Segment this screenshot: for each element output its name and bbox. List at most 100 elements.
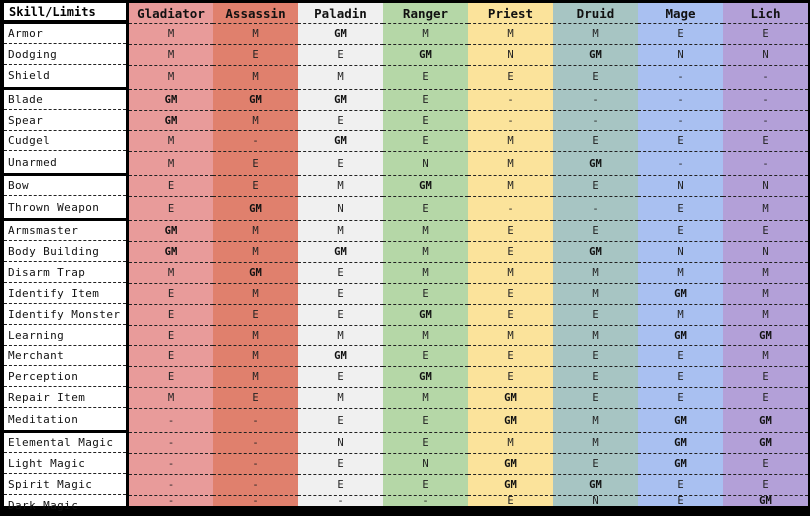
limit-cell: GM	[723, 433, 808, 454]
limit-cell: E	[553, 132, 638, 153]
limit-cell: GM	[553, 45, 638, 66]
limit-cell: GM	[213, 90, 298, 111]
limit-cell: N	[723, 242, 808, 263]
limit-cell: M	[298, 221, 383, 242]
limit-cell: GM	[383, 305, 468, 326]
limit-cell: E	[723, 454, 808, 475]
limit-cell: N	[638, 242, 723, 263]
limit-cell: GM	[553, 242, 638, 263]
limit-cell: M	[468, 24, 553, 45]
skill-name: Body Building	[4, 242, 126, 262]
limit-cell: E	[553, 221, 638, 242]
limit-cell: GM	[213, 263, 298, 284]
limit-cell: M	[553, 284, 638, 305]
class-column-mage: Mage E N - - - E - N E E N M GM M GM E E E GM GM GM E E	[638, 3, 723, 507]
limit-cell: M	[298, 66, 383, 90]
limit-cell: N	[298, 433, 383, 454]
limit-cell: GM	[468, 388, 553, 410]
limit-cell: M	[468, 176, 553, 198]
limit-cell: N	[592, 494, 599, 507]
limit-cell: E	[723, 221, 808, 242]
skill-name: Light Magic	[4, 454, 126, 474]
limit-cell: E	[638, 388, 723, 410]
limit-cell: E	[383, 132, 468, 153]
limit-cell: E	[553, 347, 638, 368]
limit-cell: M	[383, 326, 468, 347]
limit-cell: E	[638, 132, 723, 153]
limit-cell: E	[383, 284, 468, 305]
class-header: Priest	[468, 3, 553, 24]
limit-cell: E	[213, 45, 298, 66]
limit-cell: -	[638, 90, 723, 111]
limit-cell: E	[129, 367, 213, 389]
limit-cell: M	[129, 45, 213, 66]
limit-cell: M	[383, 263, 468, 284]
limit-cell: E	[723, 367, 808, 389]
limit-cell: E	[553, 66, 638, 90]
limit-cell: -	[468, 197, 553, 222]
limit-cell: E	[213, 176, 298, 198]
limit-cell: N	[298, 197, 383, 222]
limit-cell: GM	[553, 475, 638, 496]
limit-cell: N	[383, 454, 468, 475]
class-header: Assassin	[213, 3, 298, 24]
limit-cell: M	[468, 326, 553, 347]
limit-cell: E	[298, 305, 383, 326]
limit-cell: M	[723, 263, 808, 284]
limit-cell: E	[553, 305, 638, 326]
limit-cell: M	[723, 284, 808, 305]
limit-cell: E	[298, 263, 383, 284]
limit-cell: E	[383, 475, 468, 496]
skill-name: Unarmed	[8, 155, 58, 169]
limit-cell: E	[383, 197, 468, 222]
limit-cell: M	[129, 132, 213, 153]
limit-cell: GM	[129, 221, 213, 242]
limit-cell: E	[468, 347, 553, 368]
limit-cell: E	[298, 111, 383, 132]
limit-cell: E	[638, 367, 723, 389]
class-column-priest: Priest M N E - - M M M - E E M E E M E E GM GM M GM GM E	[468, 3, 553, 507]
limit-cell: E	[468, 221, 553, 242]
limit-cell: M	[129, 388, 213, 410]
limit-cell: E	[298, 475, 383, 496]
class-column-druid: Druid M GM E - - E GM E - E GM M M E M E E E M M E GM N	[553, 3, 638, 507]
limit-cell: E	[468, 305, 553, 326]
limit-cell: -	[252, 494, 259, 507]
skill-name: Elemental Magic	[4, 433, 126, 454]
limit-cell: M	[213, 24, 298, 45]
skill-name: Merchant	[4, 346, 126, 367]
limit-cell: -	[468, 111, 553, 132]
limit-cell: E	[298, 45, 383, 66]
skill-name: Spirit Magic	[4, 475, 126, 495]
limit-cell: GM	[638, 409, 723, 434]
limit-cell: -	[638, 66, 723, 90]
limit-cell: E	[298, 409, 383, 434]
limit-cell: -	[723, 152, 808, 177]
limit-cell: E	[213, 388, 298, 410]
class-header: Ranger	[383, 3, 468, 24]
limit-cell: M	[213, 66, 298, 90]
skill-name: Bow	[4, 176, 126, 197]
limit-cell: E	[129, 347, 213, 368]
limit-cell: GM	[298, 242, 383, 263]
limit-cell: GM	[298, 24, 383, 45]
skill-name: Identify Monster	[4, 305, 126, 325]
limit-cell: M	[213, 111, 298, 132]
class-header: Mage	[638, 3, 723, 24]
limit-cell: M	[638, 263, 723, 284]
limit-cell: -	[213, 454, 298, 475]
class-column-assassin: Assassin M E M GM M - E E GM M M GM M E M M M E - - - - -	[213, 3, 298, 507]
skill-name: Blade	[4, 90, 126, 110]
limit-cell: E	[638, 475, 723, 496]
limit-cell: -	[553, 111, 638, 132]
limit-cell: -	[638, 152, 723, 177]
limit-cell: GM	[129, 90, 213, 111]
limit-cell: -	[213, 475, 298, 496]
limit-cell: E	[677, 494, 684, 507]
limit-cell: N	[383, 152, 468, 177]
limit-cell: M	[468, 132, 553, 153]
limit-cell: M	[129, 24, 213, 45]
limit-cell: E	[638, 197, 723, 222]
skill-name: Thrown Weapon	[8, 200, 100, 214]
skill-name: Learning	[4, 326, 126, 346]
